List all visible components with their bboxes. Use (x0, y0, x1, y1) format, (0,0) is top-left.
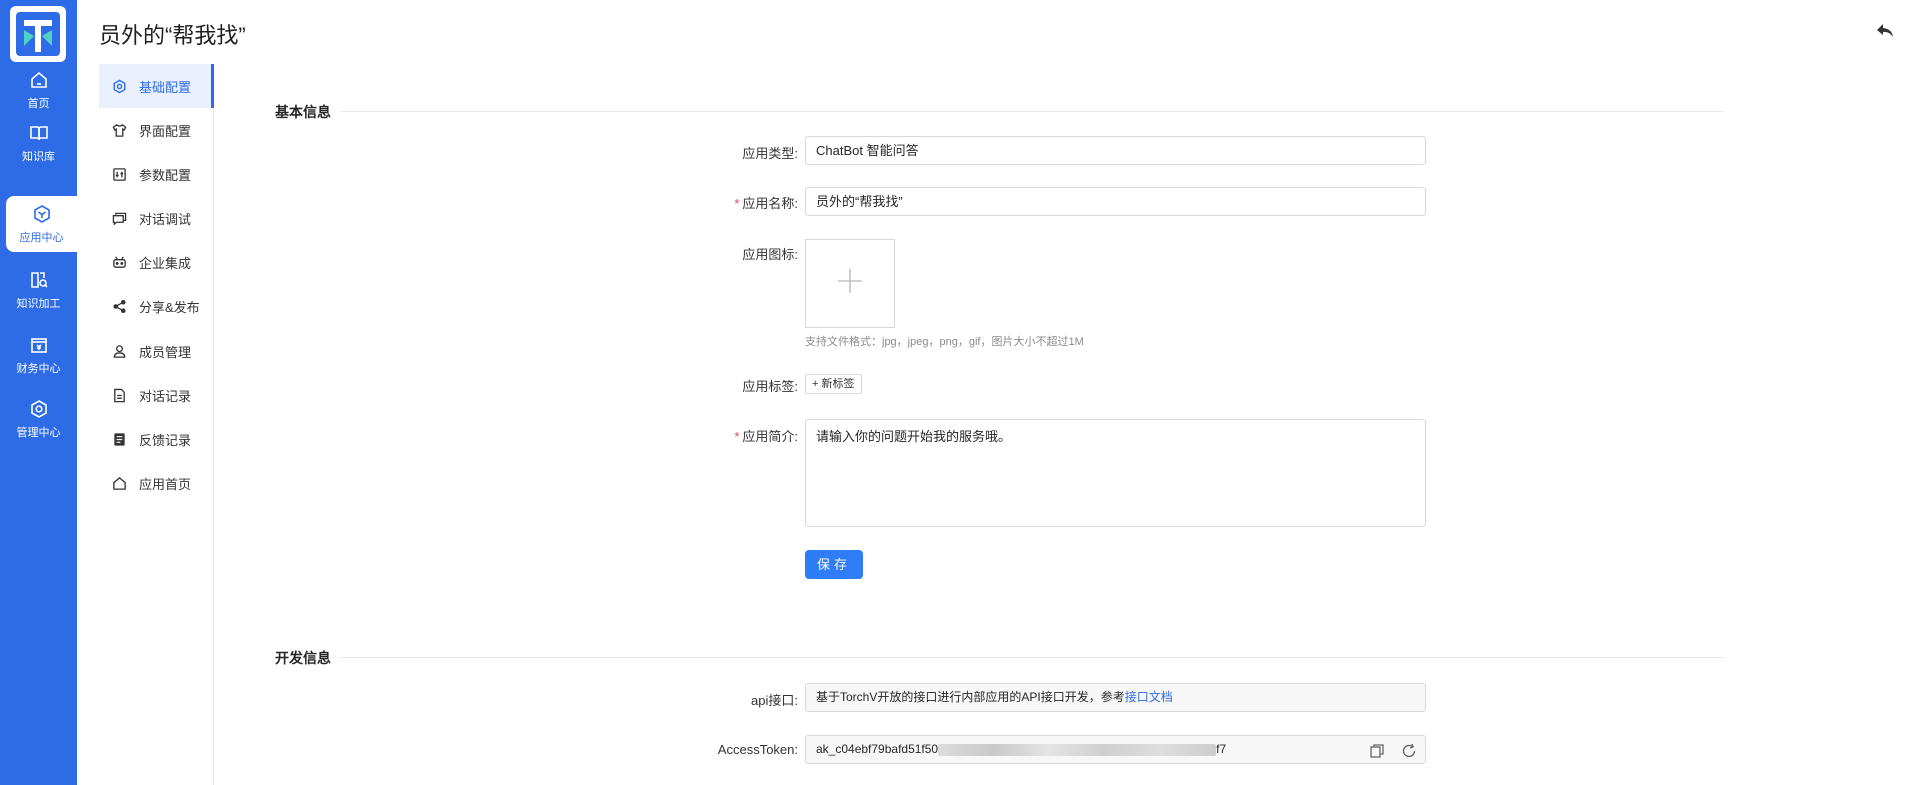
subnav-item-chat-records[interactable]: 对话记录 (99, 373, 214, 417)
refresh-icon[interactable] (1401, 742, 1417, 758)
app-logo[interactable] (10, 6, 66, 62)
subnav-item-basic-config[interactable]: 基础配置 (99, 64, 214, 108)
rail-item-app-center[interactable]: 应用中心 (6, 196, 77, 252)
subnav-item-share-publish[interactable]: 分享&发布 (99, 284, 214, 328)
api-info-field: 基于TorchV开放的接口进行内部应用的API接口开发，参考接口文档 (805, 683, 1426, 712)
redacted-token (938, 743, 1217, 756)
page-title: 员外的“帮我找” (99, 23, 246, 48)
required-mark: * (734, 429, 740, 444)
section-divider (340, 111, 1724, 112)
home-icon (112, 476, 127, 491)
app-icon-upload[interactable] (805, 239, 895, 328)
app-intro-label: * 应用简介: (734, 429, 798, 444)
gear-icon (112, 79, 127, 94)
subnav-item-chat-debug[interactable]: 对话调试 (99, 196, 214, 240)
app-name-field[interactable]: 员外的“帮我找” (805, 187, 1426, 216)
section-title-basic-info: 基本信息 (275, 104, 331, 120)
rail-item-label: 应用中心 (19, 232, 64, 244)
home-icon (28, 69, 50, 91)
app-icon-label: 应用图标: (742, 247, 798, 262)
rail-item-label: 首页 (27, 98, 50, 110)
subnav-item-label: 应用首页 (139, 476, 192, 492)
subnav-item-member-management[interactable]: 成员管理 (99, 329, 214, 373)
finance-icon (28, 334, 50, 356)
left-rail: 首页 知识库 应用中心 知识加工 财务中心 管理中心 (0, 0, 77, 785)
subnav-item-label: 对话调试 (139, 211, 192, 227)
rail-item-admin-center[interactable]: 管理中心 (0, 391, 77, 447)
copy-icon[interactable] (1369, 742, 1385, 758)
rail-item-home[interactable]: 首页 (0, 62, 77, 118)
user-icon (112, 344, 127, 359)
access-token-field[interactable]: ak_c04ebf79bafd51f50 f7 (805, 735, 1426, 764)
add-tag-button[interactable]: + 新标签 (805, 374, 862, 394)
subnav-item-label: 分享&发布 (139, 299, 200, 315)
subnav-item-label: 企业集成 (139, 255, 192, 271)
rail-item-label: 财务中心 (16, 363, 61, 375)
app-type-field[interactable]: ChatBot 智能问答 (805, 136, 1426, 165)
app-name-label: * 应用名称: (734, 196, 798, 211)
rail-item-label: 知识库 (22, 151, 55, 163)
save-button[interactable]: 保存 (805, 550, 863, 579)
subnav-item-label: 参数配置 (139, 167, 192, 183)
rail-item-label: 知识加工 (16, 298, 61, 310)
api-label: api接口: (751, 693, 798, 708)
api-doc-link[interactable]: 接口文档 (1125, 690, 1173, 704)
section-divider (340, 657, 1724, 658)
book-icon (28, 122, 50, 144)
app-cube-icon (31, 203, 53, 225)
feedback-icon (112, 432, 127, 447)
share-icon (112, 299, 127, 314)
subnav-item-enterprise-integration[interactable]: 企业集成 (99, 240, 214, 284)
subnav-item-label: 基础配置 (139, 79, 192, 95)
app-tags-label: 应用标签: (742, 379, 798, 394)
parameter-icon (112, 167, 127, 182)
access-token-label: AccessToken: (717, 742, 798, 757)
subnav-item-param-config[interactable]: 参数配置 (99, 152, 214, 196)
subnav-item-label: 成员管理 (139, 344, 192, 360)
shirt-icon (112, 123, 127, 138)
rail-item-knowledge-processing[interactable]: 知识加工 (0, 262, 77, 318)
app-intro-textarea[interactable]: 请输入你的问题开始我的服务哦。 (805, 419, 1426, 527)
document-search-icon (28, 269, 50, 291)
subnav-item-label: 对话记录 (139, 388, 192, 404)
section-title-dev-info: 开发信息 (275, 650, 331, 666)
rail-item-knowledge-base[interactable]: 知识库 (0, 115, 77, 171)
robot-icon (112, 255, 127, 270)
back-icon[interactable] (1874, 20, 1896, 42)
rail-item-label: 管理中心 (16, 427, 61, 439)
settings-icon (28, 398, 50, 420)
settings-subnav: 基础配置 界面配置 参数配置 对话调试 企业集成 分享&发布 成员管理 对话记录… (99, 64, 214, 785)
required-mark: * (734, 196, 740, 211)
subnav-item-feedback-records[interactable]: 反馈记录 (99, 417, 214, 461)
subnav-item-label: 界面配置 (139, 123, 192, 139)
subnav-item-label: 反馈记录 (139, 432, 192, 448)
chat-icon (112, 211, 127, 226)
icon-format-hint: 支持文件格式：jpg，jpeg，png，gif，图片大小不超过1M (805, 336, 1084, 348)
file-icon (112, 388, 127, 403)
rail-item-finance-center[interactable]: 财务中心 (0, 327, 77, 383)
plus-icon: + (812, 378, 819, 390)
subnav-item-ui-config[interactable]: 界面配置 (99, 108, 214, 152)
subnav-item-app-home[interactable]: 应用首页 (99, 461, 214, 505)
app-type-label: 应用类型: (742, 146, 798, 161)
plus-icon (836, 267, 864, 300)
